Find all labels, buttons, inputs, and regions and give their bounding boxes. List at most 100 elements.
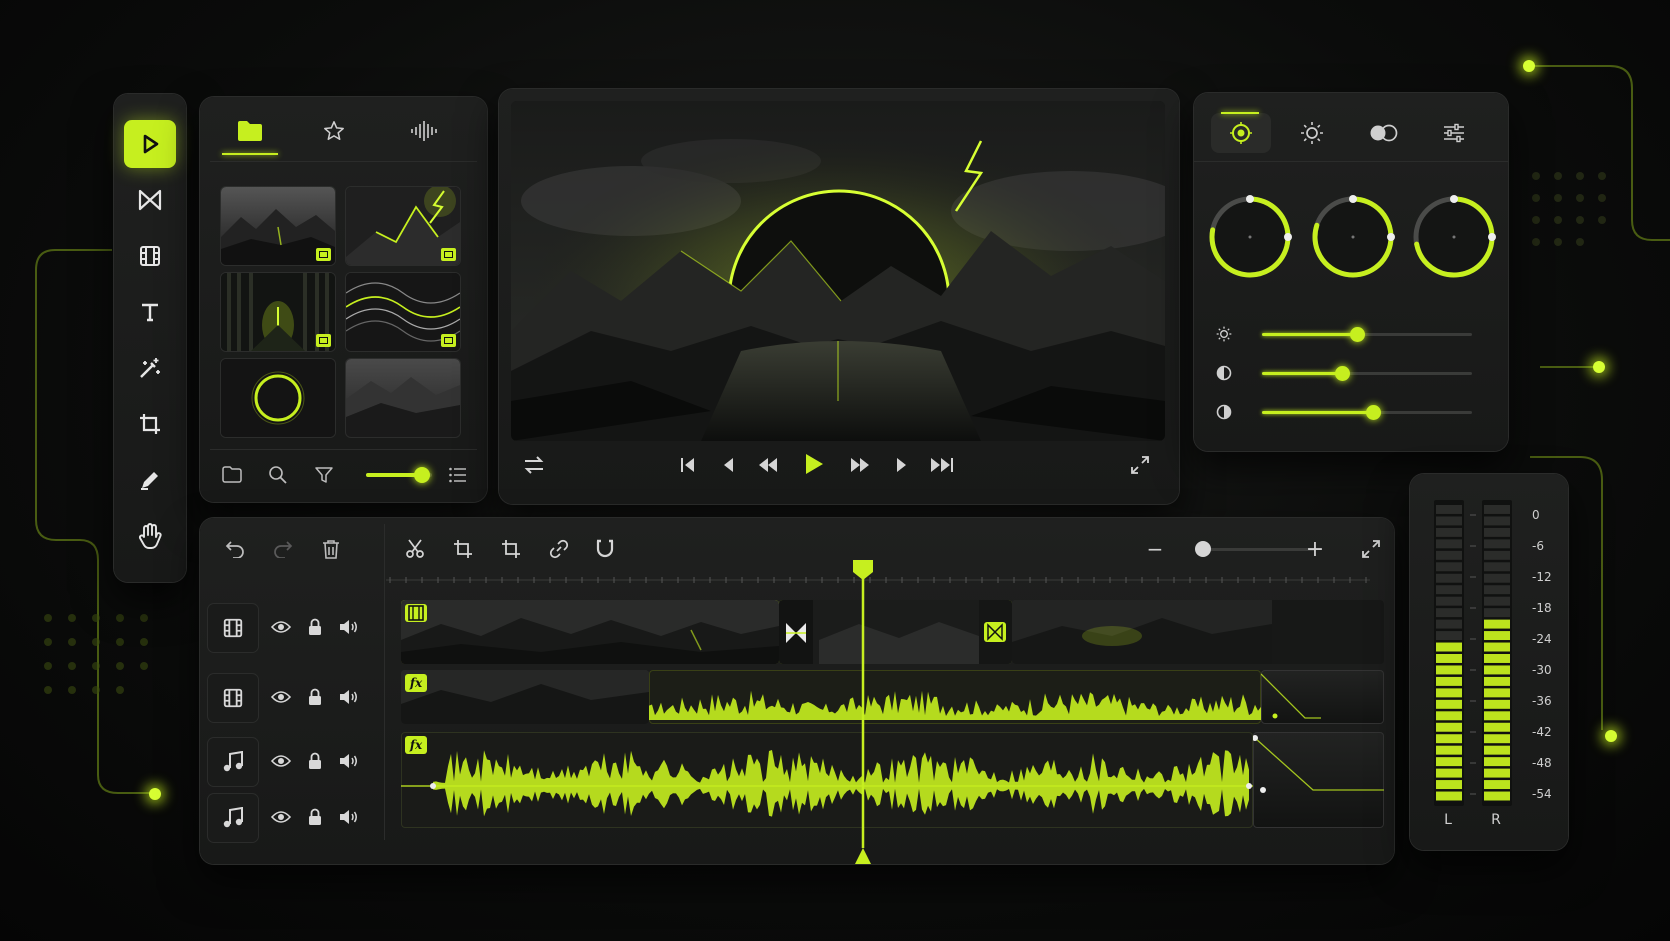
clip-tail[interactable] [1261, 670, 1384, 724]
lock-toggle[interactable] [302, 748, 328, 774]
mute-toggle[interactable] [336, 614, 362, 640]
contrast-slider[interactable] [1262, 366, 1472, 381]
media-thumbnail[interactable] [221, 187, 335, 265]
link-button[interactable] [544, 534, 574, 564]
tab-adjustments[interactable] [1424, 113, 1484, 153]
color-wheel-highlights[interactable] [1410, 193, 1498, 281]
pen-tool-button[interactable] [124, 456, 176, 504]
tab-audio[interactable] [394, 111, 454, 151]
brightness-icon [1214, 324, 1234, 344]
visibility-toggle[interactable] [268, 614, 294, 640]
meter-scale-label: -54 [1532, 787, 1552, 801]
fullscreen-icon [1362, 540, 1380, 558]
crop-icon [502, 540, 520, 558]
media-thumbnail[interactable] [346, 273, 460, 351]
crop-button[interactable] [496, 534, 526, 564]
zoom-out-button[interactable]: − [1140, 534, 1170, 564]
lock-toggle[interactable] [302, 804, 328, 830]
folder-button[interactable] [218, 461, 246, 489]
video-clip[interactable] [779, 600, 1012, 664]
skip-start-button[interactable] [673, 450, 703, 480]
film-tool-button[interactable] [124, 232, 176, 280]
plus-icon: + [1305, 536, 1325, 562]
play-button[interactable] [799, 449, 829, 479]
lock-toggle[interactable] [302, 684, 328, 710]
play-icon [143, 134, 159, 154]
video-clip[interactable]: fx [401, 670, 649, 724]
media-thumbnail[interactable] [346, 359, 460, 437]
text-tool-button[interactable] [124, 288, 176, 336]
delete-button[interactable] [316, 534, 346, 564]
zoom-in-button[interactable]: + [1300, 534, 1330, 564]
loop-button[interactable] [519, 450, 549, 480]
transition-tool-button[interactable] [124, 176, 176, 224]
color-wheel-midtones[interactable] [1309, 193, 1397, 281]
thumbnail-zoom-slider[interactable] [366, 467, 432, 483]
bowtie-transition-icon [138, 189, 162, 211]
glow-dot [1523, 60, 1535, 72]
mute-toggle[interactable] [336, 804, 362, 830]
skip-end-button[interactable] [927, 450, 957, 480]
play-tool-button[interactable] [124, 120, 176, 168]
effects-tool-button[interactable] [124, 344, 176, 392]
fx-badge[interactable]: fx [405, 674, 427, 692]
visibility-toggle[interactable] [268, 684, 294, 710]
filter-button[interactable] [310, 461, 338, 489]
undo-button[interactable] [220, 534, 250, 564]
audio-clip[interactable] [649, 670, 1261, 724]
fullscreen-button[interactable] [1125, 450, 1155, 480]
timeline-ruler[interactable] [386, 573, 1370, 587]
visibility-toggle[interactable] [268, 804, 294, 830]
playhead[interactable] [851, 558, 875, 868]
transition-marker[interactable] [783, 620, 809, 646]
music-icon [223, 807, 243, 828]
tab-color-wheels[interactable] [1211, 113, 1271, 153]
audio-waveform-icon [411, 121, 437, 141]
mute-toggle[interactable] [336, 684, 362, 710]
clip-tail[interactable] [1253, 732, 1384, 828]
timeline-fullscreen-button[interactable] [1356, 534, 1386, 564]
list-view-button[interactable] [444, 461, 472, 489]
fast-forward-button[interactable] [845, 450, 875, 480]
tab-folder[interactable] [220, 111, 280, 155]
glow-dot [1593, 361, 1605, 373]
tab-blend[interactable] [1354, 113, 1414, 153]
lock-toggle[interactable] [302, 614, 328, 640]
crop-tool-button[interactable] [124, 400, 176, 448]
tab-favorites[interactable] [304, 111, 364, 151]
brightness-slider[interactable] [1262, 327, 1472, 342]
step-back-button[interactable] [713, 450, 743, 480]
skip-start-icon [681, 458, 694, 472]
search-button[interactable] [264, 461, 292, 489]
speaker-icon [340, 690, 357, 704]
video-clip[interactable] [1012, 600, 1384, 664]
video-viewer[interactable] [511, 101, 1165, 441]
clip-filmstrip [401, 600, 779, 664]
visibility-toggle[interactable] [268, 748, 294, 774]
fx-badge[interactable]: fx [405, 736, 427, 754]
track-header-audio-1 [200, 732, 388, 790]
meter-scale-label: -6 [1532, 539, 1544, 553]
step-forward-button[interactable] [887, 450, 917, 480]
audio-clip[interactable]: fx [401, 732, 1253, 828]
tab-light[interactable] [1282, 113, 1342, 153]
eye-icon [271, 811, 291, 823]
video-clip[interactable] [401, 600, 779, 664]
thumbnail-image [346, 359, 460, 437]
media-thumbnail[interactable] [221, 359, 335, 437]
film-badge-icon [405, 604, 427, 622]
saturation-slider[interactable] [1262, 405, 1472, 420]
timeline-zoom-slider[interactable] [1195, 541, 1315, 557]
media-thumbnail[interactable] [346, 187, 460, 265]
trim-button[interactable] [448, 534, 478, 564]
cut-button[interactable] [400, 534, 430, 564]
color-wheel-shadows[interactable] [1206, 193, 1294, 281]
snap-button[interactable] [590, 534, 620, 564]
redo-button[interactable] [268, 534, 298, 564]
mute-toggle[interactable] [336, 748, 362, 774]
hand-tool-button[interactable] [124, 512, 176, 560]
skip-end-icon [931, 458, 953, 472]
rewind-button[interactable] [753, 450, 783, 480]
media-thumbnail[interactable] [221, 273, 335, 351]
transition-end-icon[interactable] [984, 622, 1006, 642]
